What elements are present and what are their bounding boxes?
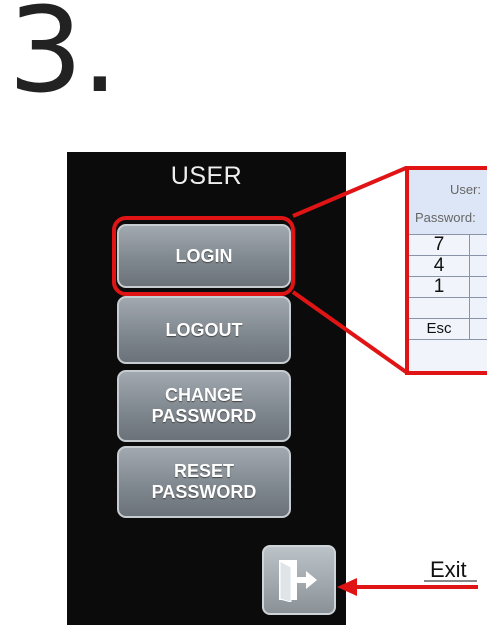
callout-line-top <box>292 166 407 218</box>
exit-annotation-label: Exit <box>430 557 467 582</box>
exit-arrow-head <box>337 578 357 596</box>
callout-overlay <box>291 166 478 596</box>
callout-line-bottom <box>291 290 408 374</box>
